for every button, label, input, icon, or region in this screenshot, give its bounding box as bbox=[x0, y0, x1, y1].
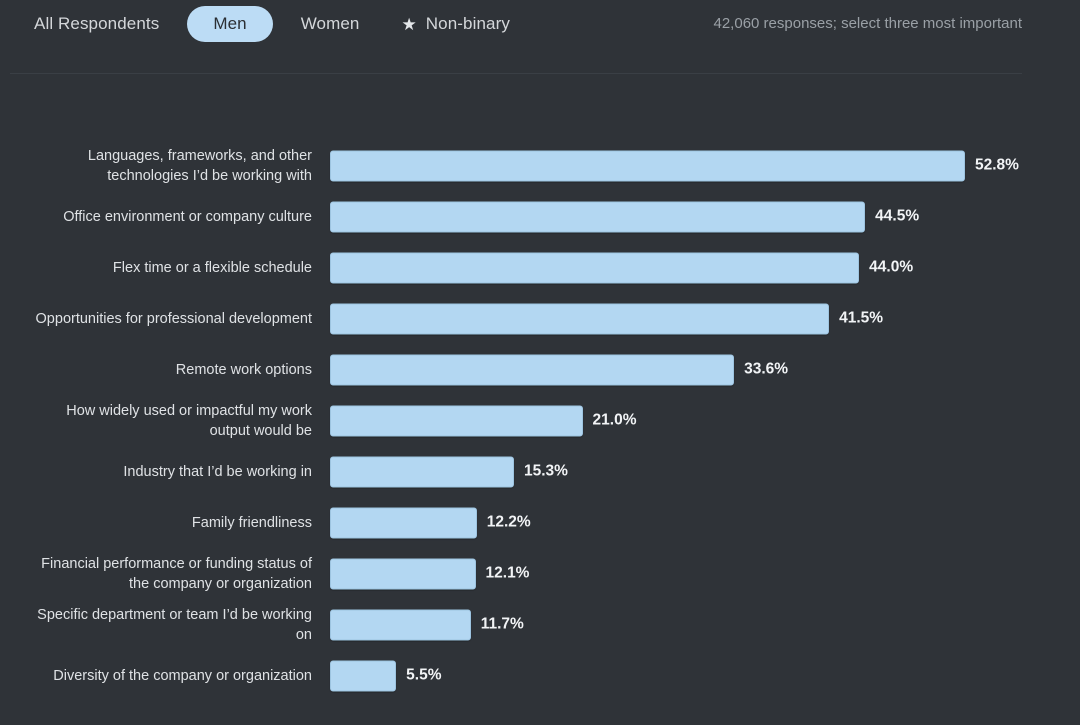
bar-category-label: Flex time or a flexible schedule bbox=[112, 259, 312, 276]
bar-track: 15.3% bbox=[330, 456, 568, 487]
bar-category-label: Financial performance or funding status … bbox=[41, 555, 312, 592]
bar[interactable] bbox=[330, 252, 860, 283]
bar-track: 12.2% bbox=[330, 507, 531, 538]
bar-row[interactable]: Specific department or team I’d be worki… bbox=[0, 599, 1080, 650]
tab-all-respondents-label: All Respondents bbox=[34, 14, 160, 33]
bar-row[interactable]: Languages, frameworks, and other technol… bbox=[0, 140, 1080, 191]
bar-value-label: 33.6% bbox=[744, 360, 789, 378]
bar-category-label: Industry that I’d be working in bbox=[123, 463, 312, 480]
bar[interactable] bbox=[330, 507, 477, 538]
bar-value-label: 15.3% bbox=[524, 462, 568, 480]
bar[interactable] bbox=[330, 303, 830, 334]
bar[interactable] bbox=[330, 609, 471, 640]
bar-track: 5.5% bbox=[330, 660, 441, 691]
bar-value-label: 41.5% bbox=[839, 309, 884, 327]
respondent-filter-tabs: All Respondents Men Women ★ Non-binary 4… bbox=[0, 0, 1080, 48]
bar-value-label: 52.8% bbox=[975, 156, 1019, 174]
horizontal-bar-chart: Languages, frameworks, and other technol… bbox=[0, 140, 1080, 701]
bar-value-label: 44.5% bbox=[875, 207, 920, 225]
tab-men[interactable]: Men bbox=[187, 6, 273, 42]
star-icon: ★ bbox=[401, 14, 417, 34]
bar-value-label: 12.2% bbox=[486, 513, 531, 531]
bar-track: 12.1% bbox=[330, 558, 529, 589]
bar-track: 21.0% bbox=[330, 405, 637, 436]
bar-row[interactable]: Family friendliness 12.2% bbox=[0, 497, 1080, 548]
bar-row[interactable]: Industry that I’d be working in 15.3% bbox=[0, 446, 1080, 497]
bar-track: 44.0% bbox=[330, 252, 913, 283]
bar-category-label: Languages, frameworks, and other technol… bbox=[87, 147, 312, 184]
bar[interactable] bbox=[330, 150, 965, 181]
bar-row[interactable]: Opportunities for professional developme… bbox=[0, 293, 1080, 344]
bar-value-label: 5.5% bbox=[406, 666, 442, 684]
bar-value-label: 44.0% bbox=[869, 258, 914, 276]
bar-row[interactable]: Diversity of the company or organization… bbox=[0, 650, 1080, 701]
bar[interactable] bbox=[330, 201, 866, 232]
bar[interactable] bbox=[330, 660, 397, 691]
bar-track: 41.5% bbox=[330, 303, 883, 334]
tab-all-respondents[interactable]: All Respondents bbox=[20, 6, 173, 42]
bar-track: 33.6% bbox=[330, 354, 788, 385]
bar[interactable] bbox=[330, 405, 583, 436]
bar-category-label: Opportunities for professional developme… bbox=[35, 310, 312, 327]
bar-category-label: How widely used or impactful my work out… bbox=[66, 402, 312, 439]
bar-row[interactable]: Financial performance or funding status … bbox=[0, 548, 1080, 599]
bar-value-label: 12.1% bbox=[485, 564, 530, 582]
bar[interactable] bbox=[330, 558, 476, 589]
header-divider bbox=[10, 73, 1022, 74]
tab-men-label: Men bbox=[213, 14, 247, 33]
bar-track: 11.7% bbox=[330, 609, 524, 640]
bar-row[interactable]: Flex time or a flexible schedule 44.0% bbox=[0, 242, 1080, 293]
tab-women-label: Women bbox=[300, 14, 360, 33]
bar-row[interactable]: How widely used or impactful my work out… bbox=[0, 395, 1080, 446]
bar-row[interactable]: Office environment or company culture 44.… bbox=[0, 191, 1080, 242]
bar-value-label: 21.0% bbox=[592, 411, 637, 429]
bar-track: 44.5% bbox=[330, 201, 919, 232]
bar-value-label: 11.7% bbox=[480, 615, 524, 633]
responses-note: 42,060 responses; select three most impo… bbox=[713, 15, 1023, 32]
bar-category-label: Office environment or company culture bbox=[63, 208, 312, 225]
bar-track: 52.8% bbox=[330, 150, 1019, 181]
bar-category-label: Family friendliness bbox=[191, 514, 312, 531]
bar[interactable] bbox=[330, 456, 514, 487]
tab-non-binary[interactable]: ★ Non-binary bbox=[387, 6, 524, 42]
bar[interactable] bbox=[330, 354, 735, 385]
tab-women[interactable]: Women bbox=[287, 6, 374, 42]
bar-row[interactable]: Remote work options 33.6% bbox=[0, 344, 1080, 395]
tab-non-binary-label: Non-binary bbox=[425, 14, 510, 33]
bar-category-label: Diversity of the company or organization bbox=[53, 667, 312, 684]
chart-page: All Respondents Men Women ★ Non-binary 4… bbox=[0, 0, 1080, 725]
bar-category-label: Remote work options bbox=[175, 361, 312, 378]
bar-category-label: Specific department or team I’d be worki… bbox=[37, 606, 312, 643]
